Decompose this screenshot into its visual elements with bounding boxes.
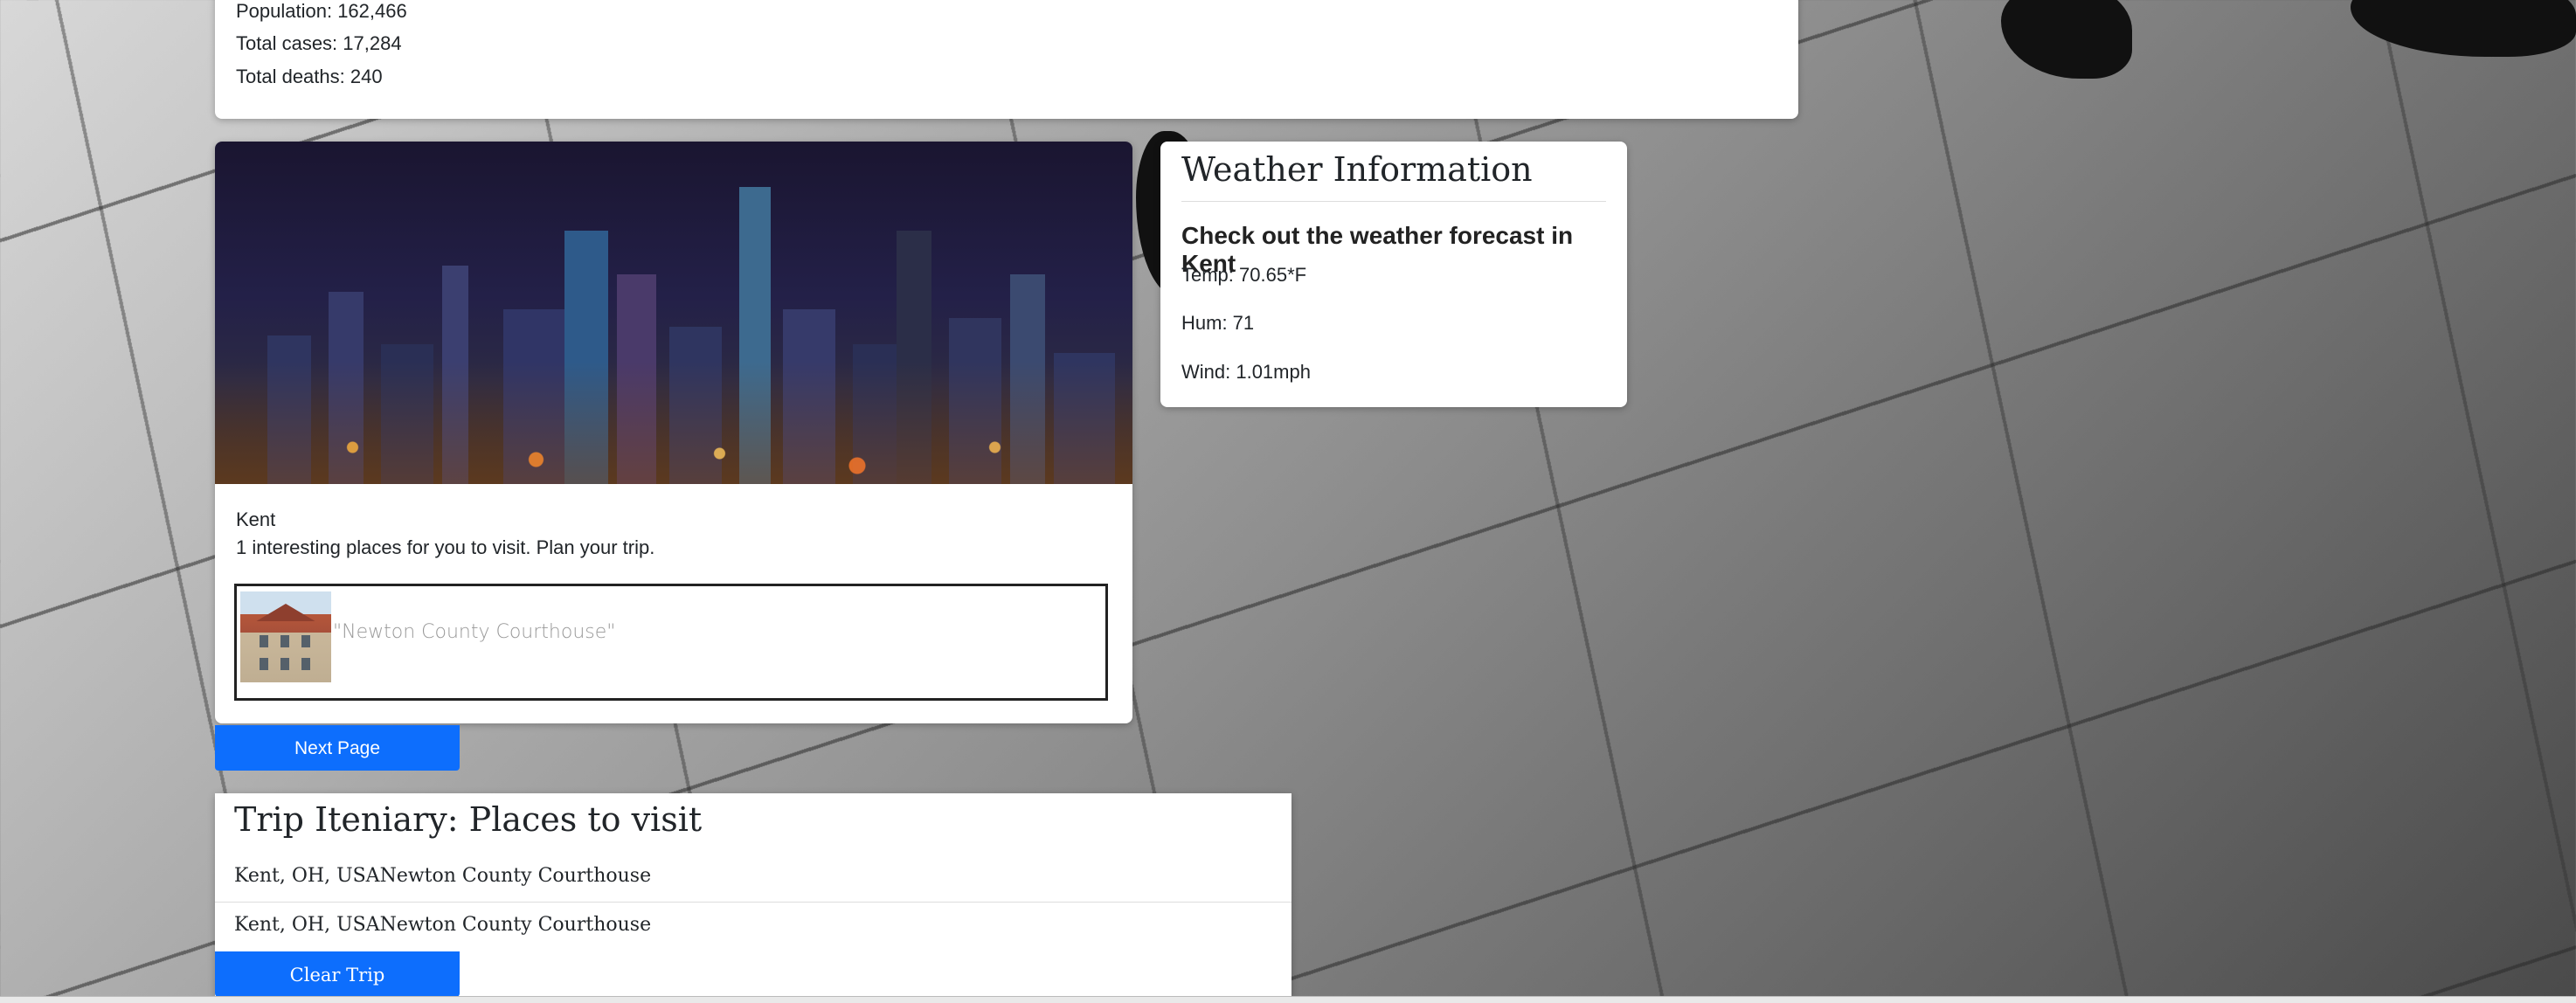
place-name: "Newton County Courthouse" [333, 621, 616, 643]
city-name: Kent [236, 508, 276, 530]
place-thumbnail-image [240, 591, 331, 682]
trip-list-item: Kent, OH, USANewton County Courthouse [234, 865, 652, 887]
total-deaths-text: Total deaths: 240 [236, 66, 383, 87]
wind-text: Wind: 1.01mph [1181, 361, 1311, 383]
city-card: Kent 1 interesting places for you to vis… [215, 142, 1132, 723]
weather-title: Weather Information [1181, 150, 1533, 189]
total-cases-text: Total cases: 17,284 [236, 32, 402, 54]
background-shadow [2351, 0, 2576, 57]
population-text: Population: 162,466 [236, 0, 407, 22]
next-page-button[interactable]: Next Page [215, 725, 460, 771]
city-skyline-image [215, 142, 1132, 484]
weather-card: Weather Information Check out the weathe… [1160, 142, 1627, 407]
humidity-text: Hum: 71 [1181, 312, 1255, 334]
place-item[interactable]: "Newton County Courthouse" [234, 584, 1108, 701]
background-shadow [2001, 0, 2132, 79]
city-description: 1 interesting places for you to visit. P… [236, 536, 655, 558]
covid-stats-card: Population: 162,466 Total cases: 17,284 … [215, 0, 1798, 119]
temperature-text: Temp: 70.65*F [1181, 264, 1307, 286]
trip-list-item: Kent, OH, USANewton County Courthouse [234, 914, 652, 936]
divider [1181, 201, 1606, 202]
divider [215, 902, 1291, 903]
trip-title: Trip Iteniary: Places to visit [234, 800, 703, 839]
clear-trip-button[interactable]: Clear Trip [215, 951, 460, 997]
